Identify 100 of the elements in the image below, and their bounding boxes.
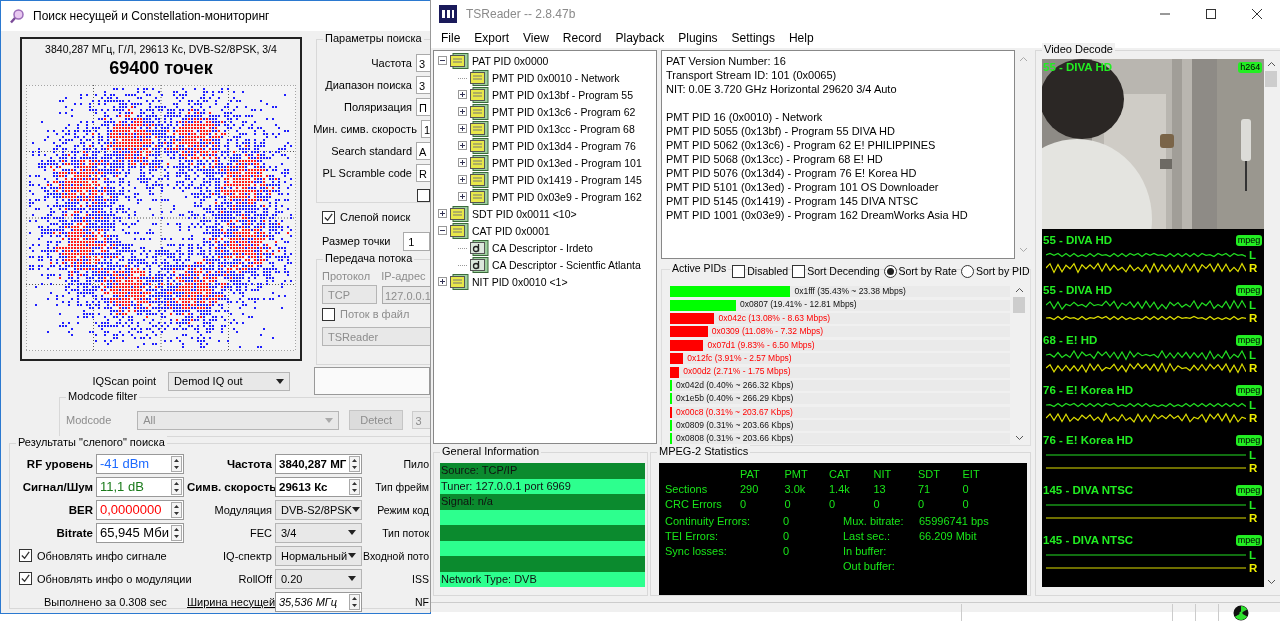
tree-item[interactable]: SDT PID 0x0011 <10>	[472, 207, 577, 220]
menu-item[interactable]: Export	[467, 31, 517, 45]
input-field[interactable]: 3	[416, 76, 430, 94]
input-field[interactable]: R	[416, 164, 430, 182]
stat-value: 0	[918, 497, 926, 511]
codec-badge: mpeg	[1235, 234, 1263, 246]
field-label: Тип фрейм	[375, 480, 429, 493]
channel-label: R	[1249, 261, 1258, 274]
menu-item[interactable]: File	[434, 31, 468, 45]
tree-item[interactable]: NIT PID 0x0010 <1>	[472, 275, 568, 288]
info-line: PMT PID 5101 (0x13ed) - Program 101 OS Downloader	[666, 180, 940, 194]
menu-item[interactable]: Plugins	[671, 31, 725, 45]
stat-label: Continuity Errors:	[665, 514, 751, 529]
pid-rate: 0x00d2 (2.71% - 1.75 Mbps)	[683, 366, 791, 377]
spin-field[interactable]: 1	[403, 231, 430, 251]
menu-item[interactable]: Help	[781, 31, 821, 45]
menu-item[interactable]: Record	[555, 31, 609, 45]
tree-item[interactable]: PMT PID 0x03e9 - Program 162	[492, 190, 642, 203]
tree-item[interactable]: CA Descriptor - Irdeto	[492, 241, 593, 254]
group-label: Результаты "слепого" поиска	[16, 436, 167, 448]
tree-item[interactable]: CAT PID 0x0001	[472, 224, 550, 237]
stat-value: 0	[829, 497, 837, 511]
channel-title: 76 - E! Korea HD	[1043, 384, 1134, 396]
menu-item[interactable]: Playback	[608, 31, 672, 45]
field-label: FEC	[249, 526, 272, 539]
channel-title: 68 - E! HD	[1043, 334, 1098, 346]
field-label: Диапазон поиска	[325, 79, 412, 91]
group-label: Передача потока	[323, 252, 415, 264]
select-field[interactable]: 3/4	[275, 522, 362, 543]
group-label: Active PIDs	[670, 262, 729, 274]
pid-rate: 0x1e5b (0.40% ~ 266.29 Kbps)	[676, 393, 794, 404]
checkbox-label: Слепой поиск	[340, 211, 411, 223]
channel-title: 76 - E! Korea HD	[1043, 434, 1134, 446]
spin-field[interactable]: 3840,287 МГ	[275, 453, 362, 474]
channel-title: 55 - DIVA HD	[1043, 61, 1112, 73]
column-header: NIT	[873, 467, 893, 481]
channel-label: L	[1249, 498, 1257, 511]
info-line: PMT PID 5068 (0x13cc) - Program 68 E! HD	[666, 152, 884, 166]
field-label: IQScan point	[91, 375, 157, 387]
input-field[interactable]: 3	[416, 54, 430, 72]
channel-title: 55 - DIVA HD	[1043, 284, 1112, 296]
menu-item[interactable]: View	[516, 31, 556, 45]
field-label: IP-адрес	[381, 269, 426, 282]
field-label: Протокол	[322, 269, 371, 282]
stat-label: Sync losses:	[665, 544, 728, 559]
channel-label: R	[1249, 411, 1258, 424]
tree-item[interactable]: PMT PID 0x1419 - Program 145	[492, 173, 642, 186]
tree-item[interactable]: CA Descriptor - Scientfic Atlanta	[492, 258, 641, 271]
spin-field[interactable]: 65,945 Мби	[96, 522, 184, 543]
tree-item[interactable]: PMT PID 0x13bf - Program 55	[492, 88, 634, 101]
option-label: Disabled	[747, 265, 789, 277]
column-header: SDT	[918, 467, 941, 481]
select-field[interactable]: DVB-S2/8PSK	[275, 499, 362, 520]
stat-value: 0	[784, 497, 792, 511]
tree-item[interactable]: PMT PID 0x13ed - Program 101	[492, 156, 642, 169]
field-label: Мин. симв. скорость	[313, 123, 417, 135]
codec-badge: mpeg	[1235, 484, 1263, 496]
tree-item[interactable]: PMT PID 0x13d4 - Program 76	[492, 139, 636, 152]
channel-label: R	[1249, 461, 1258, 474]
stat-value: 290	[740, 482, 760, 496]
constellation-caption: 3840,287 МГц, Г/Л, 29613 Кс, DVB-S2/8PSK, 3/4	[45, 43, 277, 55]
group-label: Video Decode	[1042, 43, 1115, 55]
row-label: CRC Errors	[665, 497, 723, 511]
info-line: PMT PID 1001 (0x03e9) - Program 162 DreamWorks Asia HD	[666, 208, 969, 222]
input-field[interactable]: П	[416, 98, 430, 116]
field-label: Режим код	[377, 503, 429, 516]
spin-field[interactable]: 29613 Кс	[275, 476, 362, 497]
channel-title: 145 - DIVA NTSC	[1043, 534, 1134, 546]
info-line: NIT: 0.0E 3.720 GHz Horizontal 29620 3/4 Auto	[666, 82, 898, 96]
channel-label: R	[1249, 561, 1258, 574]
column-header: PAT	[740, 467, 761, 481]
window-title: Поиск несущей и Constellation-мониторинг	[33, 9, 270, 23]
tree-item[interactable]: PMT PID 0x13cc - Program 68	[492, 122, 635, 135]
tree-item[interactable]: PMT PID 0x0010 - Network	[492, 71, 620, 84]
channel-title: 145 - DIVA NTSC	[1043, 484, 1134, 496]
spin-field[interactable]: 0,0000000	[96, 499, 184, 520]
row-label: Sections	[665, 482, 709, 496]
info-line: PMT PID 16 (0x0010) - Network	[666, 110, 824, 124]
points-count: 69400 точек	[109, 58, 213, 79]
spin-field[interactable]: 35,536 МГц	[275, 591, 362, 612]
stat-value: 0	[783, 529, 790, 544]
menu-item[interactable]: Settings	[724, 31, 782, 45]
iqscan-select[interactable]: Demod IQ out	[168, 371, 291, 391]
spin-field[interactable]: -41 dBm	[96, 453, 184, 474]
group-label: General Information	[440, 445, 542, 457]
field-label: RF уровень	[25, 457, 93, 470]
select-field[interactable]: 0.20	[275, 568, 362, 589]
stat-value: 0	[962, 497, 970, 511]
spin-field[interactable]: 11,1 dB	[96, 476, 184, 497]
tree-item[interactable]: PMT PID 0x13c6 - Program 62	[492, 105, 636, 118]
codec-badge: h264	[1238, 62, 1263, 73]
checkbox-label: Поток в файл	[340, 308, 410, 320]
tree-item[interactable]: PAT PID 0x0000	[472, 54, 549, 67]
group-label: Параметры поиска	[323, 32, 424, 44]
select-field[interactable]: Нормальный	[275, 545, 362, 566]
channel-label: L	[1249, 398, 1257, 411]
input-field[interactable]: A	[416, 142, 430, 160]
field-label: Modcode	[66, 414, 112, 426]
stat-value: 0	[873, 497, 881, 511]
pid-rate: 0x0809 (0.31% ~ 203.66 Kbps)	[676, 419, 794, 430]
